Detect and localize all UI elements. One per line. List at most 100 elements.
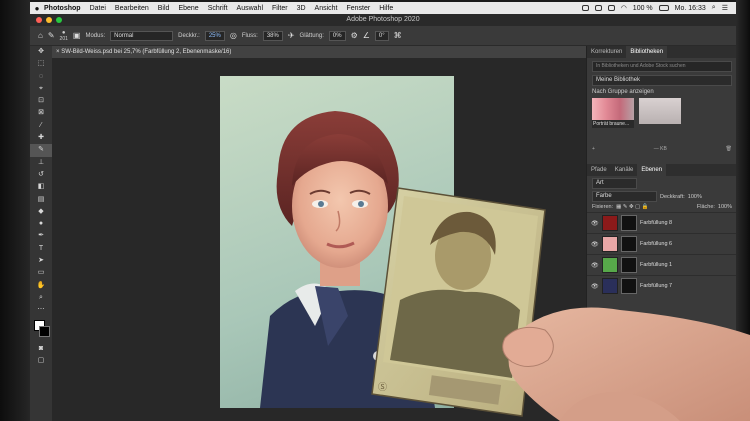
dodge-tool-icon[interactable]: ● [30, 218, 52, 230]
wifi-icon[interactable]: ◠ [621, 4, 627, 12]
angle-field[interactable]: 0° [374, 30, 389, 41]
crop-tool-icon[interactable]: ⊡ [30, 95, 52, 107]
screen-share-icon[interactable] [581, 5, 589, 11]
layer-fill-swatch[interactable] [602, 215, 618, 231]
library-item-portrait[interactable]: Porträt braune... [592, 98, 634, 128]
pressure-opacity-icon[interactable]: ◎ [230, 31, 237, 40]
library-group-toggle[interactable]: Nach Gruppe anzeigen [592, 89, 732, 95]
bluetooth-icon[interactable] [607, 5, 615, 11]
blend-mode-select[interactable]: Farbe [592, 191, 657, 202]
fill-field[interactable]: 100% [718, 204, 732, 210]
library-search-input[interactable]: In Bibliotheken und Adobe Stock suchen [592, 61, 732, 72]
layer-mask-thumbnail[interactable] [621, 278, 637, 294]
frame-tool-icon[interactable]: ⊠ [30, 107, 52, 119]
healing-brush-tool-icon[interactable]: ✚ [30, 132, 52, 144]
layer-mask-thumbnail[interactable] [621, 257, 637, 273]
layer-row[interactable]: 👁 Farbfüllung 8 [587, 212, 736, 233]
menu-ebene[interactable]: Ebene [178, 5, 198, 12]
library-select[interactable]: Meine Bibliothek [592, 75, 732, 86]
control-center-icon[interactable]: ☰ [722, 4, 728, 12]
tab-pfade[interactable]: Pfade [587, 164, 611, 176]
battery-icon[interactable] [658, 5, 669, 11]
screen-mode-icon[interactable]: ▢ [30, 355, 52, 367]
eraser-tool-icon[interactable]: ◧ [30, 181, 52, 193]
visibility-eye-icon[interactable]: 👁 [591, 262, 599, 269]
lock-icons[interactable]: ▦ ✎ ✥ ▢ 🔒 [616, 204, 649, 210]
path-selection-tool-icon[interactable]: ➤ [30, 255, 52, 267]
rectangle-tool-icon[interactable]: ▭ [30, 267, 52, 279]
smoothing-settings-icon[interactable]: ⚙ [351, 31, 358, 40]
document-tab-close-icon[interactable]: × [56, 49, 60, 55]
menu-3d[interactable]: 3D [297, 5, 306, 12]
tab-korrekturen[interactable]: Korrekturen [587, 46, 626, 58]
angle-icon[interactable]: ∠ [363, 31, 370, 40]
hand-tool-icon[interactable]: ✋ [30, 280, 52, 292]
add-library-item-icon[interactable]: + [592, 146, 595, 152]
mode-select[interactable]: Normal [110, 30, 174, 41]
menu-bild[interactable]: Bild [158, 5, 170, 12]
canvas-scroll-indicator[interactable] [74, 358, 76, 364]
lasso-tool-icon[interactable]: ◌ [30, 71, 52, 83]
minimize-window-icon[interactable] [46, 17, 52, 23]
menu-bearbeiten[interactable]: Bearbeiten [115, 5, 149, 12]
layer-opacity-field[interactable]: 100% [688, 194, 702, 200]
brush-preset-picker[interactable]: ● 201 [60, 30, 68, 42]
airbrush-icon[interactable]: ✈ [288, 31, 295, 40]
menu-schrift[interactable]: Schrift [208, 5, 228, 12]
layer-kind-filter[interactable]: Art [592, 178, 637, 189]
clock[interactable]: Mo. 16:33 [675, 5, 706, 12]
apple-menu-icon[interactable]: ● [30, 4, 44, 13]
more-tools-icon[interactable]: ⋯ [30, 304, 52, 316]
pen-tool-icon[interactable]: ✒ [30, 230, 52, 242]
visibility-eye-icon[interactable]: 👁 [591, 241, 599, 248]
layer-fill-swatch[interactable] [602, 257, 618, 273]
clone-stamp-tool-icon[interactable]: ⊥ [30, 157, 52, 169]
type-tool-icon[interactable]: T [30, 243, 52, 255]
layer-row[interactable]: 👁 Farbfüllung 7 [587, 275, 736, 296]
menu-hilfe[interactable]: Hilfe [379, 5, 393, 12]
document-tab[interactable]: × SW-Bild-Weiss.psd bei 25,7% (Farbfüllu… [52, 46, 586, 58]
tab-ebenen[interactable]: Ebenen [637, 164, 667, 176]
background-color-swatch[interactable] [39, 325, 50, 337]
zoom-tool-icon[interactable]: ⌕ [30, 292, 52, 304]
gradient-tool-icon[interactable]: ▤ [30, 194, 52, 206]
move-tool-icon[interactable]: ✥ [30, 46, 52, 58]
menu-filter[interactable]: Filter [272, 5, 288, 12]
history-brush-tool-icon[interactable]: ↺ [30, 169, 52, 181]
layer-row[interactable]: 👁 Farbfüllung 6 [587, 233, 736, 254]
layer-fill-swatch[interactable] [602, 278, 618, 294]
layer-mask-thumbnail[interactable] [621, 236, 637, 252]
layer-mask-thumbnail[interactable] [621, 215, 637, 231]
library-item-gray[interactable] [639, 98, 681, 124]
layer-row[interactable]: 👁 Farbfüllung 1 [587, 254, 736, 275]
marquee-tool-icon[interactable]: ⬚ [30, 58, 52, 70]
brush-tool-icon[interactable]: ✎ [30, 144, 52, 157]
home-icon[interactable]: ⌂ [38, 31, 43, 40]
flow-field[interactable]: 38% [262, 30, 283, 41]
eyedropper-tool-icon[interactable]: ⁄ [30, 120, 52, 132]
smoothing-field[interactable]: 0% [328, 30, 346, 41]
visibility-eye-icon[interactable]: 👁 [591, 220, 599, 227]
symmetry-icon[interactable]: ⌘ [394, 31, 402, 40]
visibility-eye-icon[interactable]: 👁 [591, 283, 599, 290]
delete-library-icon[interactable]: 🗑 [726, 146, 732, 152]
tab-kanaele[interactable]: Kanäle [611, 164, 638, 176]
menu-photoshop[interactable]: Photoshop [44, 5, 81, 12]
blur-tool-icon[interactable]: ◆ [30, 206, 52, 218]
menu-ansicht[interactable]: Ansicht [315, 5, 338, 12]
menu-fenster[interactable]: Fenster [347, 5, 371, 12]
brush-settings-icon[interactable]: ▣ [73, 31, 81, 40]
canvas-area[interactable] [52, 58, 586, 421]
menu-datei[interactable]: Datei [90, 5, 106, 12]
layer-fill-swatch[interactable] [602, 236, 618, 252]
color-swatches[interactable] [30, 317, 52, 343]
tab-bibliotheken[interactable]: Bibliotheken [626, 46, 668, 58]
opacity-field[interactable]: 25% [204, 30, 225, 41]
brush-tool-icon[interactable]: ✎ [48, 31, 55, 40]
display-icon[interactable] [594, 5, 602, 11]
menu-auswahl[interactable]: Auswahl [237, 5, 263, 12]
zoom-window-icon[interactable] [56, 17, 62, 23]
close-window-icon[interactable] [36, 17, 42, 23]
quick-mask-icon[interactable]: ◙ [30, 343, 52, 355]
spotlight-icon[interactable]: ⌕ [712, 4, 716, 12]
